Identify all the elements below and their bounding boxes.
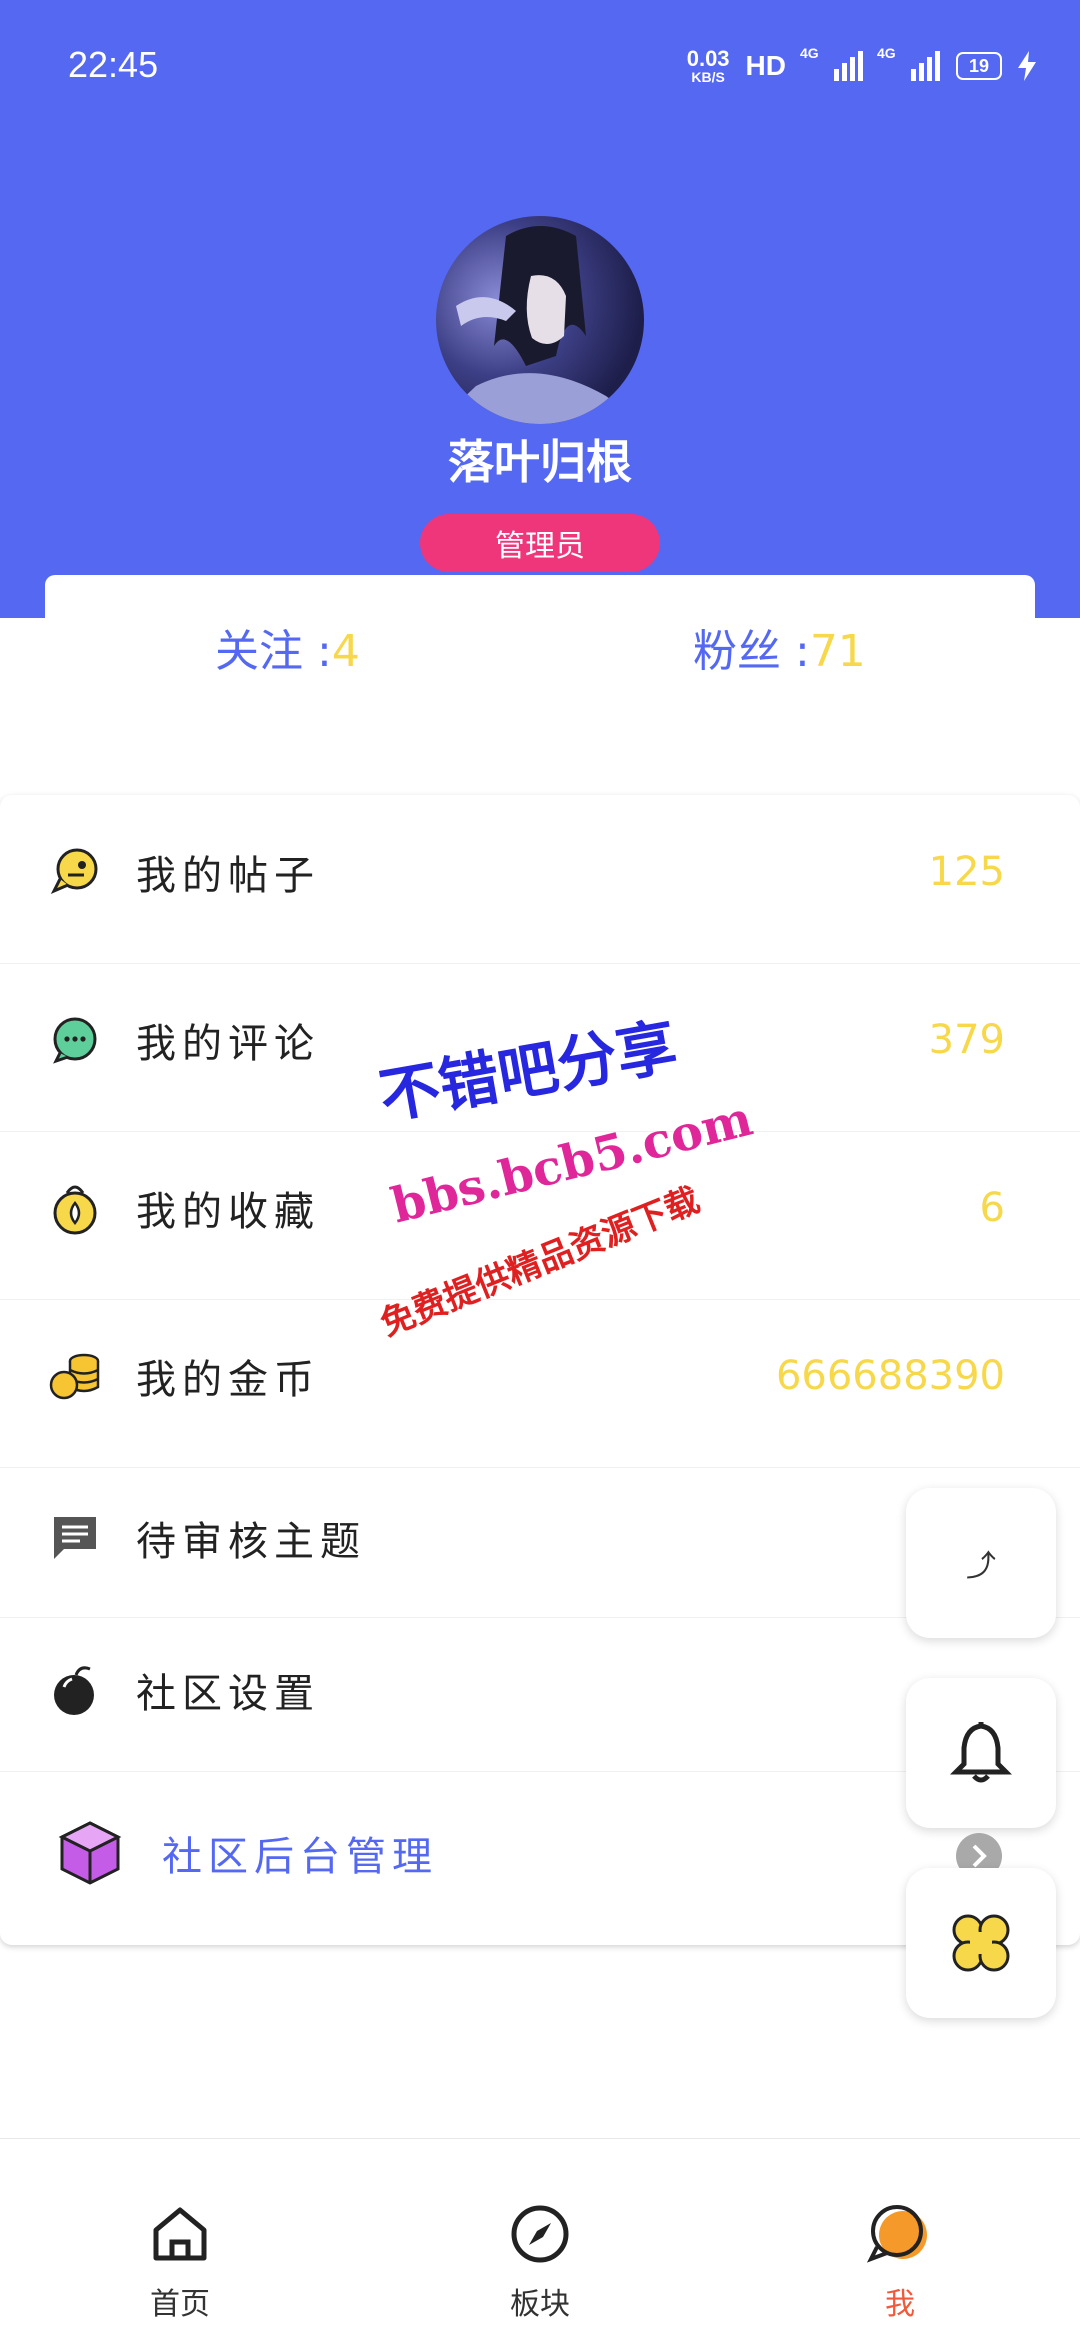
- bell-icon: [950, 1722, 1012, 1783]
- follow-stats-card: 关注 :4 粉丝 :71: [45, 575, 1035, 723]
- cube-icon: [56, 1819, 124, 1887]
- signal-label-2: 4G: [877, 45, 896, 61]
- status-time: 22:45: [68, 44, 159, 85]
- menu-item-value: 666688390: [775, 1353, 1005, 1399]
- message-icon: [48, 1511, 102, 1565]
- status-bar: 22:45 0.03 KB/S HD 4G 4G 19: [0, 0, 1080, 130]
- share-icon: ⤴: [966, 1549, 996, 1584]
- menu-item-label: 我的收藏: [136, 1189, 320, 1235]
- chevron-right-icon: [972, 1844, 987, 1868]
- hd-icon: HD: [745, 50, 786, 81]
- menu-item-label: 我的评论: [136, 1021, 320, 1067]
- clover-icon: [952, 1914, 1010, 1972]
- coin-stack-icon: [48, 1349, 102, 1403]
- menu-item-my-coins[interactable]: 我的金币 666688390: [0, 1321, 1080, 1431]
- menu-item-label: 待审核主题: [136, 1519, 366, 1565]
- network-speed: 0.03 KB/S: [686, 46, 730, 85]
- chat-bubble-icon: [48, 845, 102, 899]
- menu-item-label: 我的帖子: [136, 853, 320, 899]
- compass-icon: [511, 2205, 569, 2263]
- tab-sections-label: 板块: [510, 2287, 570, 2322]
- follow-label: 关注 :: [215, 626, 332, 677]
- profile-bubble-icon: [867, 2205, 927, 2263]
- notification-fab[interactable]: [906, 1678, 1056, 1828]
- battery-level: 19: [968, 55, 990, 76]
- network-speed-value: 0.03: [686, 46, 730, 71]
- follow-stat[interactable]: 关注 :4: [215, 615, 360, 679]
- comment-icon: [48, 1013, 102, 1067]
- tab-home[interactable]: 首页: [80, 2199, 280, 2323]
- share-fab[interactable]: ⤴: [906, 1488, 1056, 1638]
- fans-stat[interactable]: 粉丝 :71: [693, 615, 866, 679]
- fans-count: 71: [809, 626, 866, 677]
- collection-icon: [48, 1181, 102, 1235]
- menu-item-label: 我的金币: [136, 1357, 320, 1403]
- menu-item-value: 6: [979, 1185, 1005, 1231]
- menu-item-value: 379: [928, 1017, 1005, 1063]
- signal-icon: 4G: [800, 45, 863, 81]
- role-badge: 管理员: [420, 514, 660, 572]
- bomb-icon: [48, 1663, 102, 1717]
- fans-label: 粉丝 :: [693, 626, 810, 677]
- status-indicators: 0.03 KB/S HD 4G 4G 19: [687, 42, 1036, 90]
- menu-item-label: 社区设置: [136, 1671, 320, 1717]
- tab-me[interactable]: 我: [800, 2199, 1000, 2323]
- bottom-navigation: 首页 板块 我: [0, 2138, 1080, 2341]
- follow-count: 4: [331, 626, 360, 677]
- battery-icon: 19: [956, 52, 1002, 80]
- tab-sections[interactable]: 板块: [440, 2199, 640, 2323]
- avatar[interactable]: [436, 216, 644, 424]
- menu-item-value: 125: [928, 849, 1005, 895]
- home-icon: [153, 2207, 207, 2261]
- network-speed-unit: KB/S: [691, 69, 725, 85]
- signal-label: 4G: [800, 45, 819, 61]
- menu-item-label: 社区后台管理: [162, 1834, 438, 1880]
- signal-icon-2: 4G: [877, 45, 940, 81]
- avatar-illustration: [436, 226, 644, 424]
- tab-home-label: 首页: [150, 2287, 210, 2322]
- quick-menu-fab[interactable]: [906, 1868, 1056, 2018]
- username: 落叶归根: [448, 435, 632, 489]
- menu-item-my-posts[interactable]: 我的帖子 125: [0, 817, 1080, 927]
- tab-me-label: 我: [885, 2287, 915, 2322]
- charging-icon: [1018, 51, 1036, 81]
